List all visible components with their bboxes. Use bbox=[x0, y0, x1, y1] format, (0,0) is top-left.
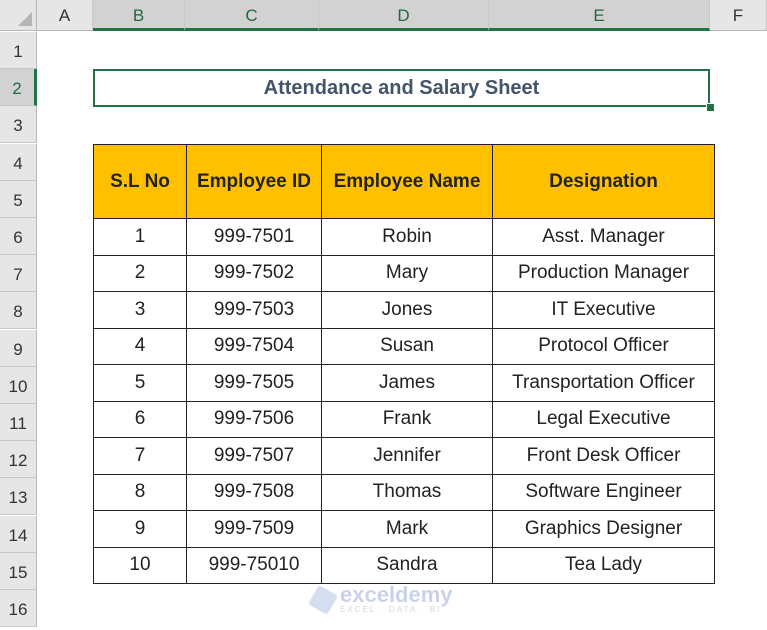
cell-sl-no[interactable]: 6 bbox=[93, 400, 187, 438]
column-header-b[interactable]: B bbox=[93, 0, 185, 31]
row-header-3[interactable]: 3 bbox=[0, 106, 37, 144]
row-header-9[interactable]: 9 bbox=[0, 329, 37, 367]
cell-designation[interactable]: Tea Lady bbox=[492, 546, 715, 584]
fill-handle[interactable] bbox=[706, 103, 715, 112]
cell-employee-id[interactable]: 999-7505 bbox=[186, 364, 322, 402]
row-header-6[interactable]: 6 bbox=[0, 218, 37, 255]
cell-employee-name[interactable]: Sandra bbox=[321, 546, 493, 584]
table-row: 5 999-7505 James Transportation Officer bbox=[93, 364, 715, 402]
table-row: 3 999-7503 Jones IT Executive bbox=[93, 291, 715, 329]
row-header-1[interactable]: 1 bbox=[0, 32, 37, 69]
cell-designation[interactable]: Production Manager bbox=[492, 254, 715, 292]
cell-designation[interactable]: Transportation Officer bbox=[492, 364, 715, 402]
cell-designation[interactable]: Front Desk Officer bbox=[492, 437, 715, 475]
cell-designation[interactable]: Asst. Manager bbox=[492, 218, 715, 256]
header-sl-no[interactable]: S.L No bbox=[93, 144, 187, 219]
cell-employee-name[interactable]: Robin bbox=[321, 218, 493, 256]
cell-employee-id[interactable]: 999-7507 bbox=[186, 437, 322, 475]
cell-employee-id[interactable]: 999-7503 bbox=[186, 291, 322, 329]
row-header-7[interactable]: 7 bbox=[0, 255, 37, 293]
table-row: 6 999-7506 Frank Legal Executive bbox=[93, 400, 715, 438]
column-header-a[interactable]: A bbox=[37, 0, 93, 31]
header-employee-id[interactable]: Employee ID bbox=[186, 144, 322, 219]
cell-employee-name[interactable]: Mark bbox=[321, 510, 493, 548]
row-header-12[interactable]: 12 bbox=[0, 441, 37, 479]
table-row: 10 999-75010 Sandra Tea Lady bbox=[93, 546, 715, 584]
row-header-15[interactable]: 15 bbox=[0, 552, 37, 590]
cell-employee-name[interactable]: Frank bbox=[321, 400, 493, 438]
cell-employee-id[interactable]: 999-7502 bbox=[186, 254, 322, 292]
cell-employee-id[interactable]: 999-7506 bbox=[186, 400, 322, 438]
column-header-c[interactable]: C bbox=[185, 0, 319, 31]
cell-employee-id[interactable]: 999-7509 bbox=[186, 510, 322, 548]
table-row: 4 999-7504 Susan Protocol Officer bbox=[93, 327, 715, 365]
cell-designation[interactable]: Protocol Officer bbox=[492, 327, 715, 365]
cell-sl-no[interactable]: 1 bbox=[93, 218, 187, 256]
cell-sl-no[interactable]: 7 bbox=[93, 437, 187, 475]
row-header-2[interactable]: 2 bbox=[0, 69, 37, 107]
cell-employee-name[interactable]: Jennifer bbox=[321, 437, 493, 475]
cell-employee-name[interactable]: Susan bbox=[321, 327, 493, 365]
row-header-10[interactable]: 10 bbox=[0, 366, 37, 404]
cell-designation[interactable]: IT Executive bbox=[492, 291, 715, 329]
select-all-corner[interactable] bbox=[0, 0, 37, 31]
row-header-14[interactable]: 14 bbox=[0, 515, 37, 553]
table-row: 7 999-7507 Jennifer Front Desk Officer bbox=[93, 437, 715, 475]
row-header-16[interactable]: 16 bbox=[0, 590, 37, 627]
cell-sl-no[interactable]: 5 bbox=[93, 364, 187, 402]
cell-employee-name[interactable]: Thomas bbox=[321, 473, 493, 511]
exceldemy-watermark: exceldemy EXCEL · DATA · BI bbox=[307, 582, 453, 615]
sheet-title-cell[interactable]: Attendance and Salary Sheet bbox=[93, 69, 710, 107]
table-row: 2 999-7502 Mary Production Manager bbox=[93, 254, 715, 292]
cell-employee-name[interactable]: James bbox=[321, 364, 493, 402]
row-header-8[interactable]: 8 bbox=[0, 292, 37, 330]
cell-sl-no[interactable]: 4 bbox=[93, 327, 187, 365]
row-header-11[interactable]: 11 bbox=[0, 404, 37, 441]
employee-table: S.L No Employee ID Employee Name Designa… bbox=[93, 144, 715, 584]
cell-employee-id[interactable]: 999-7508 bbox=[186, 473, 322, 511]
exceldemy-logo-icon bbox=[307, 584, 339, 615]
cell-sl-no[interactable]: 9 bbox=[93, 510, 187, 548]
column-header-f[interactable]: F bbox=[710, 0, 767, 31]
table-row: 8 999-7508 Thomas Software Engineer bbox=[93, 473, 715, 511]
cell-employee-id[interactable]: 999-7501 bbox=[186, 218, 322, 256]
header-designation[interactable]: Designation bbox=[492, 144, 715, 219]
column-header-d[interactable]: D bbox=[319, 0, 489, 31]
row-header-13[interactable]: 13 bbox=[0, 478, 37, 516]
watermark-tagline: EXCEL · DATA · BI bbox=[340, 605, 442, 614]
row-header-4[interactable]: 4 bbox=[0, 143, 37, 181]
cell-designation[interactable]: Graphics Designer bbox=[492, 510, 715, 548]
column-header-e[interactable]: E bbox=[489, 0, 710, 31]
table-header-row: S.L No Employee ID Employee Name Designa… bbox=[93, 144, 715, 219]
table-row: 9 999-7509 Mark Graphics Designer bbox=[93, 510, 715, 548]
cell-designation[interactable]: Software Engineer bbox=[492, 473, 715, 511]
cell-sl-no[interactable]: 8 bbox=[93, 473, 187, 511]
cell-employee-id[interactable]: 999-75010 bbox=[186, 546, 322, 584]
cell-employee-name[interactable]: Jones bbox=[321, 291, 493, 329]
table-row: 1 999-7501 Robin Asst. Manager bbox=[93, 218, 715, 256]
cell-employee-name[interactable]: Mary bbox=[321, 254, 493, 292]
cell-sl-no[interactable]: 2 bbox=[93, 254, 187, 292]
cell-employee-id[interactable]: 999-7504 bbox=[186, 327, 322, 365]
watermark-name: exceldemy bbox=[340, 582, 453, 607]
row-header-5[interactable]: 5 bbox=[0, 180, 37, 218]
header-employee-name[interactable]: Employee Name bbox=[321, 144, 493, 219]
cell-sl-no[interactable]: 10 bbox=[93, 546, 187, 584]
cell-designation[interactable]: Legal Executive bbox=[492, 400, 715, 438]
cell-sl-no[interactable]: 3 bbox=[93, 291, 187, 329]
